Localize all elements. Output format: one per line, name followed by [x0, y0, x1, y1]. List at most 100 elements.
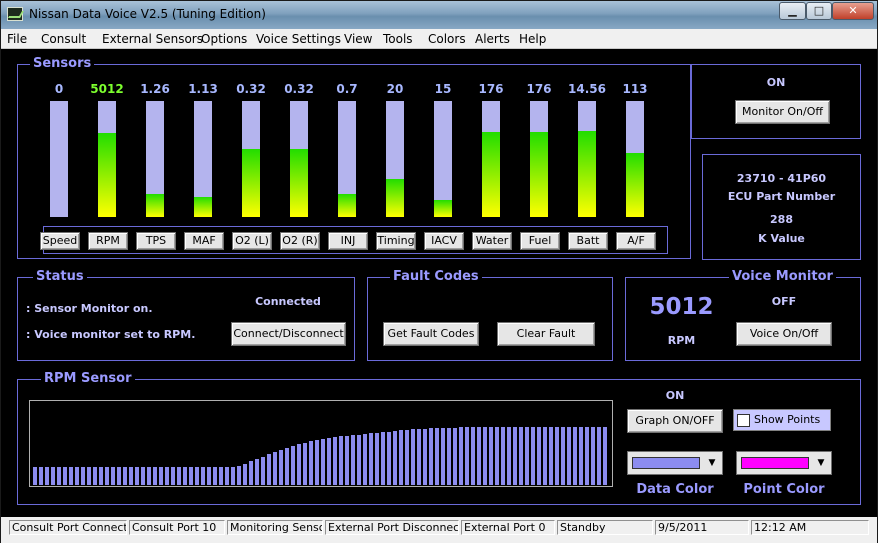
sensor-button[interactable]: Batt: [568, 232, 608, 250]
voice-monitor-group: Voice Monitor 5012 RPM OFF Voice On/Off: [625, 269, 861, 361]
show-points-checkbox[interactable]: [737, 414, 750, 427]
menu-view[interactable]: View: [344, 32, 372, 46]
sensor-level-fill: [482, 132, 500, 217]
menu-voice-settings[interactable]: Voice Settings: [256, 32, 341, 46]
minimize-button[interactable]: ▁: [779, 2, 806, 20]
status-standby: Standby: [557, 520, 653, 535]
graph-toggle-button[interactable]: Graph ON/OFF: [627, 409, 723, 433]
rpm-graph-bar: [147, 467, 151, 485]
rpm-graph-bar: [339, 436, 343, 485]
sensor-value: 0.32: [236, 82, 266, 96]
sensor-value: 176: [478, 82, 504, 96]
rpm-graph-bar: [69, 467, 73, 485]
status-consult-port-number: Consult Port 10: [129, 520, 225, 535]
client-area: Sensors ON Monitor On/Off 23710 - 41P60 …: [9, 51, 871, 517]
rpm-graph-bar: [105, 467, 109, 485]
data-color-select[interactable]: ▼: [627, 451, 723, 475]
menu-colors[interactable]: Colors: [428, 32, 466, 46]
sensor-button[interactable]: Fuel: [520, 232, 560, 250]
rpm-graph-bar: [39, 467, 43, 485]
clear-fault-codes-button[interactable]: Clear Fault Codes: [497, 322, 595, 362]
chevron-down-icon[interactable]: ▼: [813, 454, 829, 472]
point-color-select[interactable]: ▼: [736, 451, 832, 475]
rpm-graph-bar: [225, 467, 229, 485]
get-fault-codes-button[interactable]: Get Fault Codes: [383, 322, 479, 346]
rpm-graph-bar: [129, 467, 133, 485]
sensor-level-bar: [338, 101, 356, 217]
sensor-button[interactable]: A/F: [616, 232, 656, 250]
rpm-graph-bar: [171, 467, 175, 485]
app-icon[interactable]: [7, 7, 23, 21]
rpm-graph-bar: [267, 454, 271, 485]
sensor-button[interactable]: RPM: [88, 232, 128, 250]
status-consult-port: Consult Port Connected: [9, 520, 127, 535]
rpm-graph-bar: [375, 433, 379, 485]
sensor-level-bar: [50, 101, 68, 217]
monitor-group: ON Monitor On/Off: [691, 64, 861, 139]
sensor-button[interactable]: Speed: [40, 232, 80, 250]
rpm-graph-bar: [405, 430, 409, 485]
rpm-graph-bar: [213, 467, 217, 485]
menu-alerts[interactable]: Alerts: [475, 32, 510, 46]
monitor-toggle-button[interactable]: Monitor On/Off: [735, 100, 830, 124]
rpm-graph-bar: [525, 427, 529, 485]
menu-consult[interactable]: Consult: [41, 32, 86, 46]
menu-options[interactable]: Options: [201, 32, 247, 46]
rpm-graph-bar: [549, 427, 553, 485]
rpm-graph-bar: [255, 459, 259, 485]
menu-external-sensors[interactable]: External Sensors: [102, 32, 203, 46]
sensor-button[interactable]: MAF: [184, 232, 224, 250]
voice-toggle-button[interactable]: Voice On/Off: [736, 322, 832, 346]
status-time: 12:12 AM: [751, 520, 869, 535]
close-button[interactable]: ✕: [832, 2, 874, 20]
rpm-graph-bar: [399, 430, 403, 485]
sensor-button[interactable]: O2 (R): [280, 232, 320, 250]
sensor-level-bar: [626, 101, 644, 217]
sensor-value: 176: [526, 82, 552, 96]
rpm-graph-bar: [117, 467, 121, 485]
connect-disconnect-button[interactable]: Connect/Disconnect: [231, 322, 346, 346]
rpm-graph-bar: [195, 467, 199, 485]
sensor-level-bar: [530, 101, 548, 217]
sensor-value: 14.56: [568, 82, 606, 96]
sensor-button[interactable]: INJ: [328, 232, 368, 250]
menu-tools[interactable]: Tools: [383, 32, 413, 46]
rpm-graph-bar: [303, 443, 307, 485]
rpm-graph-bar: [501, 427, 505, 485]
sensor-button[interactable]: TPS: [136, 232, 176, 250]
point-color-swatch: [741, 457, 809, 469]
status-external-port-number: External Port 0: [461, 520, 555, 535]
sensor-button[interactable]: O2 (L): [232, 232, 272, 250]
rpm-graph-bar: [495, 427, 499, 485]
rpm-graph-bar: [99, 467, 103, 485]
ecu-part-number: 23710 - 41P60: [736, 172, 827, 185]
rpm-graph-bar: [585, 427, 589, 485]
menu-file[interactable]: File: [7, 32, 27, 46]
sensor-button[interactable]: Water: [472, 232, 512, 250]
ecu-part-label: ECU Part Number: [727, 190, 836, 203]
rpm-graph-bar: [207, 467, 211, 485]
menu-help[interactable]: Help: [519, 32, 546, 46]
sensor-level-fill: [578, 131, 596, 217]
app-window: Nissan Data Voice V2.5 (Tuning Edition) …: [0, 0, 878, 543]
rpm-graph-bar: [483, 427, 487, 485]
status-bar: Consult Port Connected Consult Port 10 M…: [1, 517, 877, 543]
rpm-graph-bar: [507, 427, 511, 485]
rpm-graph-bar: [345, 436, 349, 485]
maximize-button[interactable]: □: [806, 2, 832, 20]
show-points-checkbox-wrap[interactable]: Show Points: [733, 409, 831, 431]
rpm-graph-bar: [57, 467, 61, 485]
sensor-button[interactable]: IACV: [424, 232, 464, 250]
sensor-value: 0: [54, 82, 64, 96]
sensor-button[interactable]: Timing: [376, 232, 416, 250]
chevron-down-icon[interactable]: ▼: [704, 454, 720, 472]
status-line-sensor: : Sensor Monitor on.: [26, 302, 153, 315]
rpm-graph-bar: [423, 429, 427, 485]
k-value-label: K Value: [758, 232, 805, 245]
voice-monitor-value: 5012: [649, 294, 714, 320]
status-line-voice: : Voice monitor set to RPM.: [26, 328, 196, 341]
rpm-graph-bar: [249, 461, 253, 485]
rpm-graph-bar: [261, 457, 265, 485]
rpm-graph-bar: [447, 428, 451, 485]
voice-monitor-unit: RPM: [667, 334, 696, 347]
